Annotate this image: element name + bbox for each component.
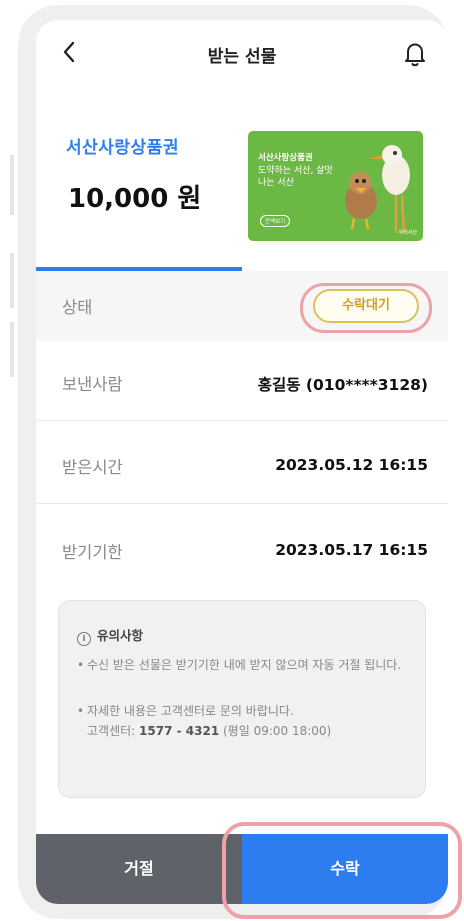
side-marker (10, 253, 14, 308)
customer-center-phone: 1577 - 4321 (139, 724, 220, 738)
customer-center-label: 고객센터: (87, 724, 140, 738)
deadline-label: 받기기한 (62, 543, 123, 562)
bell-icon[interactable] (402, 40, 428, 68)
notice-title: 유의사항 (97, 628, 144, 643)
info-icon: i (77, 632, 91, 646)
top-header: 받는 선물 (36, 20, 448, 90)
divider (36, 420, 448, 421)
customer-center-hours: (평일 09:00 18:00) (219, 724, 332, 738)
side-marker (10, 322, 14, 377)
divider (36, 503, 448, 504)
status-label: 상태 (62, 298, 93, 317)
gift-amount: 10,000 원 (68, 184, 202, 214)
received-time-label: 받은시간 (62, 458, 123, 477)
side-marker (10, 155, 14, 215)
received-time-value: 2023.05.12 16:15 (275, 456, 428, 474)
card-brand: 우리서산 (398, 230, 417, 236)
notice-item-text: 수신 받은 선물은 받기기한 내에 받지 않으며 자동 거절 됩니다. (87, 658, 402, 672)
sender-value: 홍길동 (010****3128) (257, 376, 428, 394)
notice-heading: i 유의사항 (77, 625, 143, 646)
status-badge: 수락대기 (313, 289, 419, 323)
card-balance-button: 잔액보기 (260, 215, 291, 227)
sender-label: 보낸사람 (62, 375, 123, 394)
bird-mascot-illustration (345, 145, 410, 234)
gift-card-image: 서산사랑상품권 도약하는 서산, 살맛나는 서산 잔액보기 우리서산 (248, 131, 423, 241)
reject-button[interactable]: 거절 (36, 834, 242, 904)
product-name: 서산사랑상품권 (66, 138, 179, 158)
notice-item-text: 자세한 내용은 고객센터로 문의 바랍니다. (87, 704, 294, 718)
card-title: 서산사랑상품권 (258, 153, 313, 163)
notice-box: i 유의사항 • 수신 받은 선물은 받기기한 내에 받지 않으며 자동 거절 됩… (58, 600, 426, 798)
page-title: 받는 선물 (207, 47, 277, 67)
app-screen: 받는 선물 서산사랑상품권 10,000 원 서산사랑상품권 도약하는 서산, … (36, 20, 448, 904)
accept-highlight-ring (222, 822, 462, 919)
notice-item: • 수신 받은 선물은 받기기한 내에 받지 않으며 자동 거절 됩니다. (77, 655, 417, 675)
deadline-value: 2023.05.17 16:15 (275, 541, 428, 559)
notice-item: • 자세한 내용은 고객센터로 문의 바랍니다. 고객센터: 1577 - 43… (77, 704, 332, 738)
